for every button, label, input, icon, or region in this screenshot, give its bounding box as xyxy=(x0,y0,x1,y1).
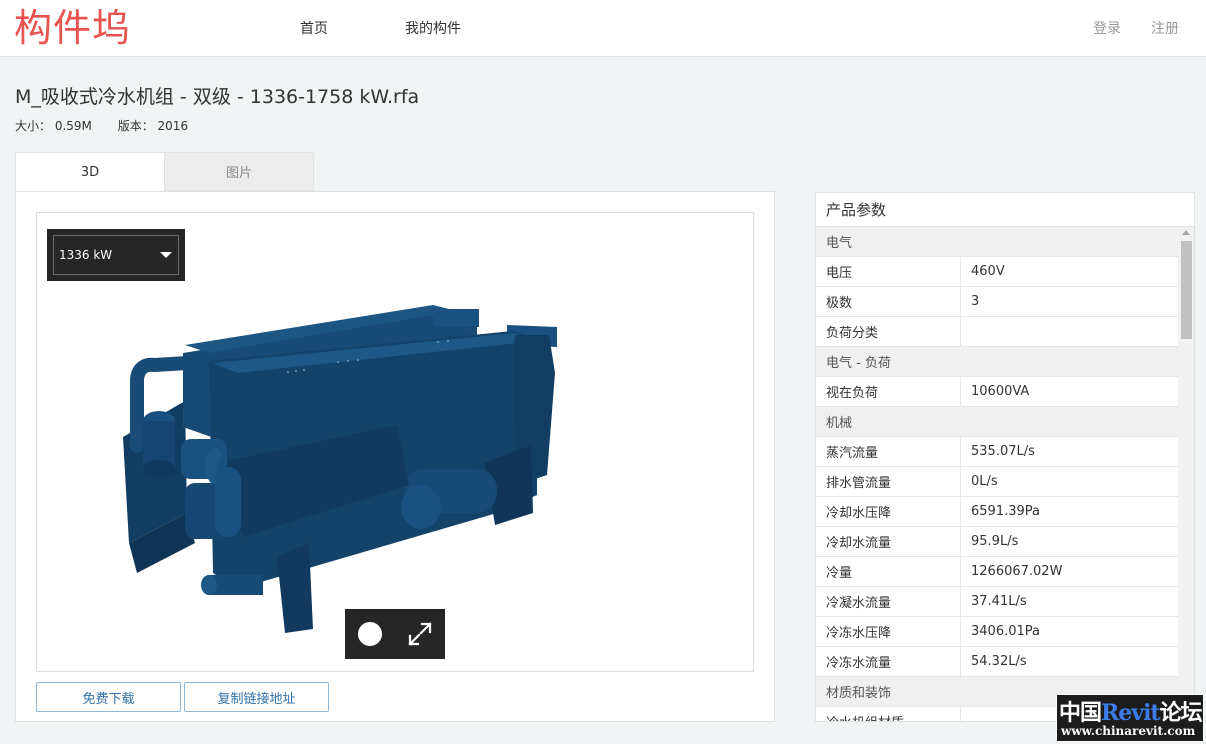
param-row: 冷冻水压降 3406.01Pa xyxy=(816,617,1178,647)
param-value: 3406.01Pa xyxy=(971,624,1040,639)
view-tabs: 3D 图片 xyxy=(15,152,314,191)
param-row: 冷冻水流量 54.32L/s xyxy=(816,647,1178,677)
param-value: 37.41L/s xyxy=(971,594,1027,609)
param-row: 冷凝水流量 37.41L/s xyxy=(816,587,1178,617)
param-row: 冷却水压降 6591.39Pa xyxy=(816,497,1178,527)
watermark-brand: 中国Revit论坛 xyxy=(1059,695,1203,727)
site-logo[interactable]: 构件坞 xyxy=(14,6,131,50)
watermark-revit: Revit xyxy=(1101,700,1161,726)
param-row: 排水管流量 0L/s xyxy=(816,467,1178,497)
param-row: 蒸汽流量 535.07L/s xyxy=(816,437,1178,467)
file-version: 版本： 2016 xyxy=(117,119,189,133)
chiller-3d-model[interactable] xyxy=(37,213,754,672)
file-title: M_吸收式冷水机组 - 双级 - 1336-1758 kW.rfa xyxy=(15,86,420,108)
copy-link-button[interactable]: 复制链接地址 xyxy=(184,682,329,712)
param-value: 535.07L/s xyxy=(971,444,1035,459)
tab-images[interactable]: 图片 xyxy=(165,152,314,191)
param-key: 冷凝水流量 xyxy=(816,587,961,616)
file-meta: 大小： 0.59M 版本： 2016 xyxy=(15,117,210,134)
chiller-model-shapes xyxy=(123,305,557,633)
preview-panel: 1336 kW xyxy=(15,191,775,722)
param-row: 电压 460V xyxy=(816,257,1178,287)
param-value: 460V xyxy=(971,264,1005,279)
param-row: 负荷分类 xyxy=(816,317,1178,347)
file-size: 大小： 0.59M xyxy=(15,119,92,133)
scroll-thumb[interactable] xyxy=(1181,241,1192,339)
free-download-button[interactable]: 免费下载 xyxy=(36,682,181,712)
top-navigation-bar: 构件坞 首页 我的构件 登录 注册 xyxy=(0,0,1206,57)
param-group-header: 电气 - 负荷 xyxy=(816,347,1178,377)
fullscreen-icon[interactable] xyxy=(407,621,433,647)
param-value: 54.32L/s xyxy=(971,654,1027,669)
param-key: 视在负荷 xyxy=(816,377,961,406)
product-params-panel: 产品参数 电气 电压 460V 极数 3 负荷分类 电气 - 负荷 视在负荷 10600VA 机械… xyxy=(815,192,1195,722)
watermark-prefix: 中国 xyxy=(1059,700,1102,726)
param-value: 3 xyxy=(971,294,980,309)
param-key: 极数 xyxy=(816,287,961,316)
param-key: 电压 xyxy=(816,257,961,286)
param-value: 0L/s xyxy=(971,474,998,489)
watermark-suffix: 论坛 xyxy=(1159,700,1203,726)
product-params-table: 电气 电压 460V 极数 3 负荷分类 电气 - 负荷 视在负荷 10600VA 机械 蒸汽流量 5… xyxy=(816,227,1178,721)
reset-view-button[interactable] xyxy=(357,622,382,646)
param-group-header: 机械 xyxy=(816,407,1178,437)
params-scrollbar[interactable] xyxy=(1178,227,1194,721)
param-value xyxy=(961,317,1178,346)
param-key: 冷冻水压降 xyxy=(816,617,961,646)
product-params-title: 产品参数 xyxy=(816,193,1194,227)
tab-3d[interactable]: 3D xyxy=(15,152,165,191)
param-value: 95.9L/s xyxy=(971,534,1019,549)
param-key: 冷却水压降 xyxy=(816,497,961,526)
nav-my-components-link[interactable]: 我的构件 xyxy=(405,18,461,38)
model-size-dropdown-field[interactable]: 1336 kW xyxy=(53,235,179,275)
3d-viewer[interactable]: 1336 kW xyxy=(36,212,754,672)
param-value: 1266067.02W xyxy=(971,564,1063,579)
watermark-url: www.chinarevit.com xyxy=(1061,724,1196,738)
param-row: 冷却水流量 95.9L/s xyxy=(816,527,1178,557)
param-key: 负荷分类 xyxy=(816,317,961,346)
nav-home-link[interactable]: 首页 xyxy=(300,18,328,38)
param-row: 极数 3 xyxy=(816,287,1178,317)
param-group-header: 电气 xyxy=(816,227,1178,257)
param-value: 6591.39Pa xyxy=(971,504,1040,519)
param-row: 视在负荷 10600VA xyxy=(816,377,1178,407)
param-key: 排水管流量 xyxy=(816,467,961,496)
param-key: 冷水机组材质 xyxy=(816,707,961,721)
scroll-up-arrow-icon[interactable] xyxy=(1182,230,1190,235)
param-row: 冷量 1266067.02W xyxy=(816,557,1178,587)
viewer-controls xyxy=(345,609,445,659)
param-key: 冷冻水流量 xyxy=(816,647,961,676)
param-key: 冷却水流量 xyxy=(816,527,961,556)
chevron-down-icon xyxy=(160,252,172,258)
login-link[interactable]: 登录 xyxy=(1093,18,1121,38)
param-key: 蒸汽流量 xyxy=(816,437,961,466)
model-size-selected-value: 1336 kW xyxy=(59,248,113,262)
site-watermark: 中国Revit论坛 www.chinarevit.com xyxy=(1056,694,1204,742)
register-link[interactable]: 注册 xyxy=(1151,18,1179,38)
model-size-dropdown[interactable]: 1336 kW xyxy=(47,229,185,281)
param-value: 10600VA xyxy=(971,384,1030,399)
param-key: 冷量 xyxy=(816,557,961,586)
